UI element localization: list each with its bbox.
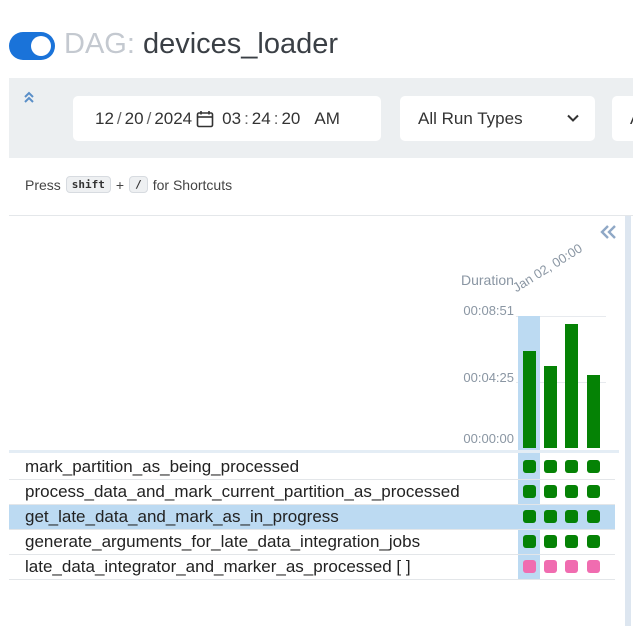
dag-pause-toggle[interactable] [9, 32, 55, 60]
time-ampm[interactable]: AM [314, 109, 340, 129]
task-row[interactable]: get_late_data_and_mark_as_in_progress [9, 505, 615, 530]
run-type-value: All Run Types [418, 108, 523, 128]
task-instance-success[interactable] [587, 485, 600, 498]
run-duration-bar[interactable] [523, 351, 536, 448]
task-instance-success[interactable] [544, 510, 557, 523]
duration-tick: 00:08:51 [463, 303, 514, 318]
task-instance-success[interactable] [523, 510, 536, 523]
task-instance-success[interactable] [565, 510, 578, 523]
time-hour[interactable]: 03 [222, 109, 241, 129]
task-instance-success[interactable] [565, 460, 578, 473]
task-instance-success[interactable] [587, 460, 600, 473]
grid-baseline [9, 450, 619, 453]
run-duration-bar[interactable] [587, 375, 600, 448]
time-minute[interactable]: 24 [252, 109, 271, 129]
task-instance-skipped[interactable] [523, 560, 536, 573]
duration-axis-label: Duration [461, 272, 514, 288]
task-row[interactable]: mark_partition_as_being_processed [9, 455, 615, 480]
task-row[interactable]: process_data_and_mark_current_partition_… [9, 480, 615, 505]
run-duration-bar[interactable] [544, 366, 557, 448]
slash-key: / [129, 176, 148, 193]
dag-name: devices_loader [142, 28, 339, 60]
time-second[interactable]: 20 [281, 109, 300, 129]
task-instance-skipped[interactable] [544, 560, 557, 573]
run-type-select[interactable]: All Run Types [400, 96, 595, 141]
task-name[interactable]: mark_partition_as_being_processed [25, 457, 299, 477]
task-instance-success[interactable] [587, 535, 600, 548]
duration-tick: 00:00:00 [463, 431, 514, 446]
task-instance-success[interactable] [523, 460, 536, 473]
grid-scrollbar[interactable] [625, 216, 631, 626]
shift-key: shift [65, 176, 111, 193]
task-row[interactable]: generate_arguments_for_late_data_integra… [9, 530, 615, 555]
task-instance-success[interactable] [523, 485, 536, 498]
task-instance-skipped[interactable] [587, 560, 600, 573]
divider [9, 215, 633, 216]
task-name[interactable]: late_data_integrator_and_marker_as_proce… [25, 557, 411, 577]
run-duration-bar[interactable] [565, 324, 578, 448]
run-date-label[interactable]: Jan 02, 00:00 [510, 241, 585, 295]
shortcuts-hint: Press shift + / for Shortcuts [25, 176, 232, 193]
run-state-select[interactable]: A [612, 96, 633, 141]
task-instance-success[interactable] [544, 460, 557, 473]
duration-tick: 00:04:25 [463, 370, 514, 385]
task-name[interactable]: generate_arguments_for_late_data_integra… [25, 532, 420, 552]
task-row[interactable]: late_data_integrator_and_marker_as_proce… [9, 555, 615, 580]
task-instance-success[interactable] [523, 535, 536, 548]
toggle-knob [31, 36, 51, 56]
task-instance-skipped[interactable] [565, 560, 578, 573]
task-name[interactable]: get_late_data_and_mark_as_in_progress [25, 507, 339, 527]
shortcuts-suffix: for Shortcuts [152, 176, 233, 193]
base-date-input[interactable]: 12/ 20/ 2024 03: 24: 20 AM [73, 96, 381, 141]
double-chevron-up-icon[interactable] [22, 90, 36, 104]
double-chevron-left-icon[interactable] [598, 224, 618, 240]
title-prefix: DAG: [64, 28, 135, 60]
task-instance-success[interactable] [565, 535, 578, 548]
date-day[interactable]: 20 [125, 109, 144, 129]
date-year[interactable]: 2024 [154, 109, 192, 129]
task-name[interactable]: process_data_and_mark_current_partition_… [25, 482, 460, 502]
calendar-icon[interactable] [196, 110, 214, 128]
shortcuts-press: Press [25, 176, 61, 193]
task-instance-success[interactable] [565, 485, 578, 498]
task-instance-success[interactable] [544, 535, 557, 548]
page-title: DAG: devices_loader [64, 26, 338, 62]
task-instance-success[interactable] [544, 485, 557, 498]
chevron-down-icon [567, 114, 579, 122]
date-month[interactable]: 12 [95, 109, 114, 129]
task-instance-success[interactable] [587, 510, 600, 523]
shortcuts-plus: + [115, 176, 125, 193]
